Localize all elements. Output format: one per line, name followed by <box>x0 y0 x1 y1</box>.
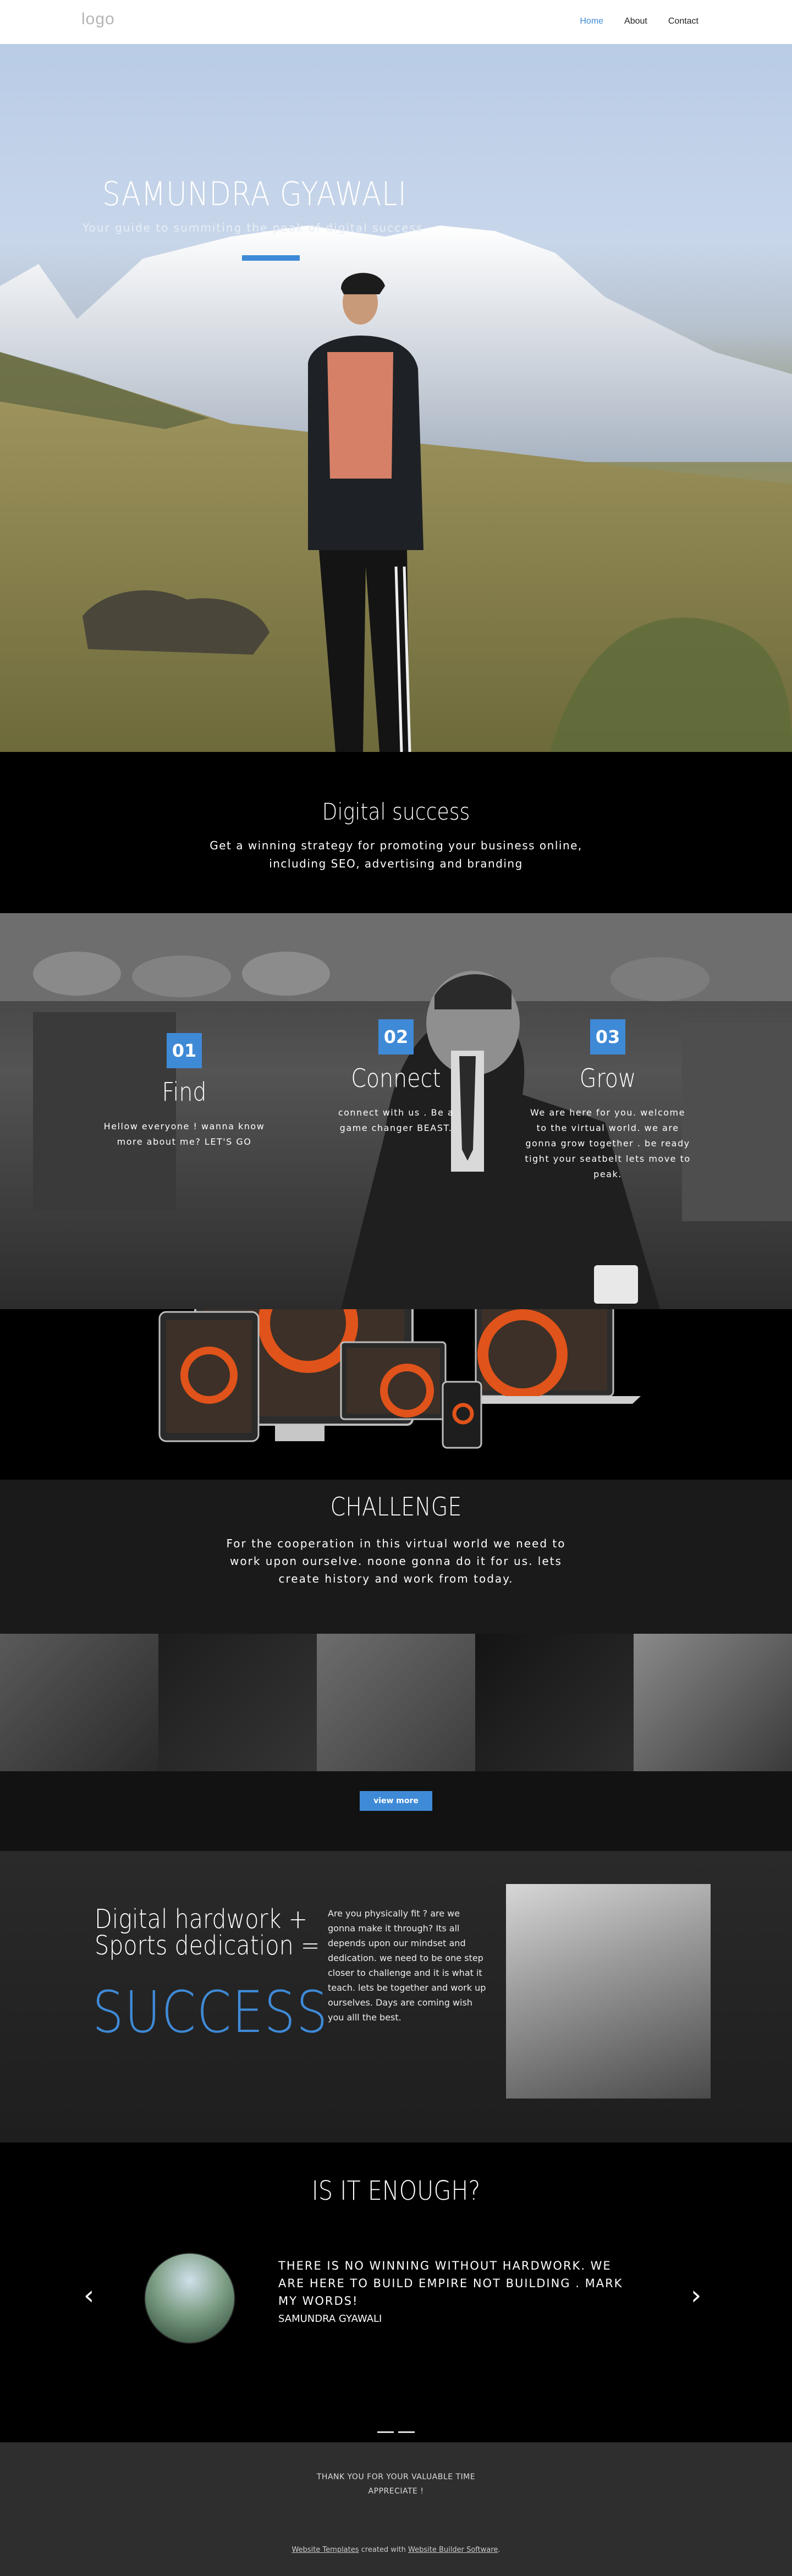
step-text: We are here for you. welcome to the virt… <box>525 1107 691 1179</box>
step-text: connect with us . Be a game changer BEAS… <box>338 1107 454 1133</box>
hardwork-text: Are you physically fit ? are we gonna ma… <box>328 1908 486 2023</box>
hero-section: SAMUNDRA GYAWALI Your guide to summiting… <box>0 44 792 752</box>
site-footer: THANK YOU FOR YOUR VALUABLE TIME APPRECI… <box>0 2442 792 2576</box>
gallery-image <box>0 1634 158 1771</box>
credit-end: . <box>498 2546 501 2554</box>
credit-text: created with <box>359 2546 409 2554</box>
main-nav: Home About Contact <box>580 17 698 26</box>
hero-subtitle: Your guide to summiting the peak of digi… <box>82 221 424 234</box>
gallery-image <box>634 1634 792 1771</box>
challenge-text: For the cooperation in this virtual worl… <box>226 1537 566 1585</box>
hero-accent-bar <box>242 255 300 261</box>
step-find: 01 Find Hellow everyone ! wanna know mor… <box>94 1033 275 1150</box>
testimonial-author: SAMUNDRA GYAWALI <box>278 2313 382 2325</box>
nav-home[interactable]: Home <box>580 17 603 26</box>
view-more-section: view more <box>0 1771 792 1851</box>
next-arrow-icon[interactable]: › <box>691 2280 701 2311</box>
footer-thanks-line: THANK YOU FOR YOUR VALUABLE TIME <box>316 2473 476 2481</box>
digital-success-section: Digital success Get a winning strategy f… <box>0 752 792 913</box>
gallery-image <box>158 1634 317 1771</box>
testimonial-section: IS IT ENOUGH? ‹ THERE IS NO WINNING WITH… <box>0 2143 792 2442</box>
step-title: Grow <box>579 1063 636 1093</box>
gallery-image <box>317 1634 475 1771</box>
step-number: 02 <box>378 1019 414 1054</box>
prev-arrow-icon[interactable]: ‹ <box>84 2280 94 2311</box>
testimonial-title: IS IT ENOUGH? <box>311 2176 481 2206</box>
avatar <box>144 2253 235 2344</box>
website-templates-link[interactable]: Website Templates <box>292 2546 359 2554</box>
laptop-photo <box>506 1884 711 2099</box>
slider-dots <box>377 2431 415 2434</box>
view-more-button[interactable]: view more <box>360 1791 432 1811</box>
nav-contact[interactable]: Contact <box>668 17 698 26</box>
step-title: Connect <box>351 1063 441 1093</box>
section-text: Get a winning strategy for promoting you… <box>210 839 582 870</box>
step-number: 01 <box>167 1033 202 1068</box>
step-grow: 03 Grow We are here for you. welcome to … <box>517 1019 698 1182</box>
success-heading: SUCCESS <box>92 1979 329 2046</box>
challenge-title: CHALLENGE <box>330 1492 462 1522</box>
footer-thanks-line: APPRECIATE ! <box>368 2487 424 2496</box>
devices-section <box>0 1309 792 1480</box>
gallery-strip <box>0 1634 792 1771</box>
steps-section: 01 Find Hellow everyone ! wanna know mor… <box>0 913 792 1309</box>
hero-mountain-photo <box>0 226 792 752</box>
devices-mockup-image <box>158 1309 641 1449</box>
logo[interactable]: logo <box>81 10 115 29</box>
step-title: Find <box>162 1077 207 1107</box>
site-header: logo Home About Contact <box>0 0 792 44</box>
footer-thanks: THANK YOU FOR YOUR VALUABLE TIME APPRECI… <box>0 2470 792 2498</box>
testimonial-quote: THERE IS NO WINNING WITHOUT HARDWORK. WE… <box>278 2259 623 2308</box>
step-number: 03 <box>590 1019 625 1054</box>
step-text: Hellow everyone ! wanna know more about … <box>103 1121 265 1147</box>
step-connect: 02 Connect connect with us . Be a game c… <box>308 1019 484 1136</box>
hardwork-title: Digital hardwork + Sports dedication = <box>95 1904 320 1961</box>
slider-dot[interactable] <box>377 2431 394 2433</box>
website-builder-link[interactable]: Website Builder Software <box>408 2546 498 2554</box>
hero-title: SAMUNDRA GYAWALI <box>102 175 407 213</box>
slider-dot[interactable] <box>398 2431 415 2433</box>
challenge-section: CHALLENGE For the cooperation in this vi… <box>0 1480 792 1634</box>
footer-credit: Website Templates created with Website B… <box>0 2546 792 2554</box>
gallery-image <box>475 1634 634 1771</box>
section-title: Digital success <box>322 798 470 825</box>
hardwork-section: Digital hardwork + Sports dedication = S… <box>0 1851 792 2143</box>
nav-about[interactable]: About <box>624 17 647 26</box>
